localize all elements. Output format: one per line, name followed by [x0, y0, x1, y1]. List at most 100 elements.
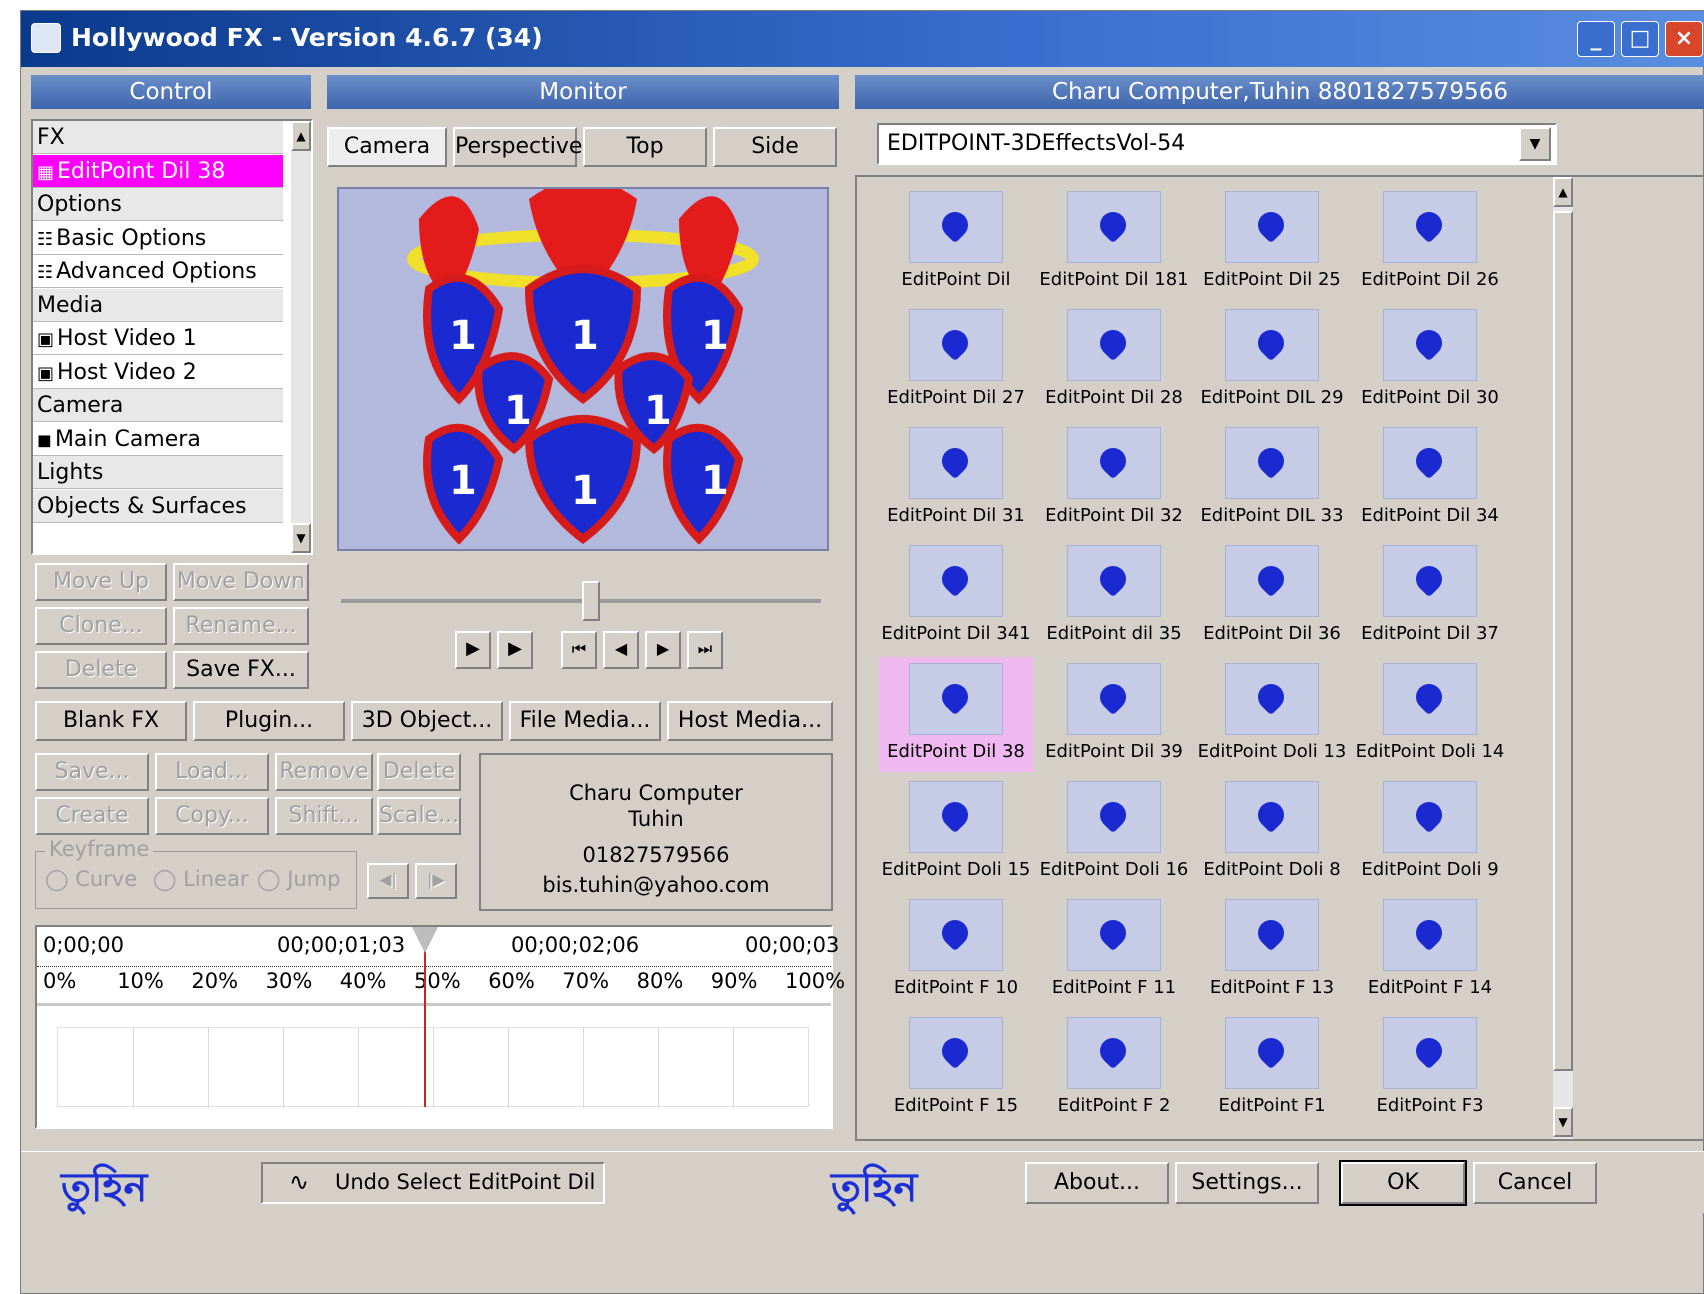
effect-thumbnail[interactable]: EditPoint F1: [1195, 1011, 1349, 1126]
prev-keyframe-button[interactable]: ◀|: [367, 863, 409, 899]
effect-thumbnail[interactable]: EditPoint F 2: [1037, 1011, 1191, 1126]
tree-item[interactable]: ▦ EditPoint Dil 38: [33, 154, 283, 188]
effect-thumbnail[interactable]: EditPoint F 13: [1195, 893, 1349, 1008]
next-frame-button[interactable]: ▶: [645, 631, 681, 669]
effect-thumbnail[interactable]: EditPoint Dil 181: [1037, 185, 1191, 300]
move-down-button[interactable]: Move Down: [173, 563, 309, 601]
effect-thumbnail[interactable]: EditPoint Dil 34: [1353, 421, 1507, 536]
playhead-marker-icon[interactable]: [412, 927, 438, 953]
effect-thumbnail[interactable]: EditPoint F3: [1353, 1011, 1507, 1126]
effect-thumbnail[interactable]: EditPoint dil 35: [1037, 539, 1191, 654]
preview-viewport[interactable]: 111 11 111: [337, 187, 829, 551]
effect-thumbnail[interactable]: EditPoint Doli 13: [1195, 657, 1349, 772]
last-frame-button[interactable]: ⏭: [687, 631, 723, 669]
keyframe-remove-button[interactable]: Remove: [275, 753, 373, 791]
settings-button[interactable]: Settings...: [1175, 1162, 1319, 1204]
effect-thumbnail[interactable]: EditPoint DIL 33: [1195, 421, 1349, 536]
play-loop-button[interactable]: ▶: [455, 631, 491, 669]
effect-thumbnail[interactable]: EditPoint DIL 29: [1195, 303, 1349, 418]
tab-camera[interactable]: Camera: [327, 127, 447, 167]
effect-thumbnail[interactable]: EditPoint Dil 32: [1037, 421, 1191, 536]
chevron-down-icon[interactable]: ▼: [1519, 127, 1551, 161]
keyframe-delete-button[interactable]: Delete: [377, 753, 461, 791]
effect-thumbnail[interactable]: EditPoint Doli 15: [879, 775, 1033, 890]
timeline-track[interactable]: [57, 1027, 809, 1108]
undo-field[interactable]: ∿ Undo Select EditPoint Dil 38: [261, 1162, 605, 1204]
clone-button[interactable]: Clone...: [35, 607, 167, 645]
effect-thumbnail[interactable]: EditPoint Dil 37: [1353, 539, 1507, 654]
delete-button[interactable]: Delete: [35, 651, 167, 689]
tab-top[interactable]: Top: [583, 127, 707, 167]
tree-item[interactable]: ◼ Main Camera: [33, 423, 283, 456]
move-up-button[interactable]: Move Up: [35, 563, 167, 601]
tree-item[interactable]: ▣ Host Video 1: [33, 322, 283, 355]
effect-thumbnail[interactable]: EditPoint Dil 26: [1353, 185, 1507, 300]
effect-thumbnail[interactable]: EditPoint Doli 16: [1037, 775, 1191, 890]
keyframe-copy-button[interactable]: Copy...: [155, 797, 269, 835]
minimize-button[interactable]: _: [1577, 21, 1615, 57]
ok-button[interactable]: OK: [1339, 1160, 1467, 1206]
maximize-button[interactable]: □: [1621, 21, 1659, 57]
rename-button[interactable]: Rename...: [173, 607, 309, 645]
effect-thumbnail[interactable]: EditPoint Doli 14: [1353, 657, 1507, 772]
library-dropdown[interactable]: EDITPOINT-3DEffectsVol-54 ▼: [877, 123, 1557, 165]
tree-item[interactable]: ☷ Advanced Options: [33, 255, 283, 288]
tree-item[interactable]: Options: [33, 188, 283, 221]
effect-thumbnail[interactable]: EditPoint Dil 28: [1037, 303, 1191, 418]
tree-item[interactable]: Camera: [33, 389, 283, 422]
effect-thumbnail[interactable]: EditPoint Dil 31: [879, 421, 1033, 536]
tree-item[interactable]: Objects & Surfaces: [33, 489, 283, 523]
effect-thumbnail[interactable]: EditPoint Dil 341: [879, 539, 1033, 654]
effect-thumbnail[interactable]: EditPoint Doli 9: [1353, 775, 1507, 890]
next-keyframe-button[interactable]: |▶: [415, 863, 457, 899]
keyframe-shift-button[interactable]: Shift...: [275, 797, 373, 835]
tree-item[interactable]: Lights: [33, 456, 283, 489]
effect-thumbnail[interactable]: EditPoint Dil 25: [1195, 185, 1349, 300]
tree-scrollbar[interactable]: ▲ ▼: [291, 121, 311, 553]
scroll-down-icon[interactable]: ▼: [1553, 1107, 1573, 1137]
effect-thumbnail[interactable]: EditPoint Dil 38: [879, 657, 1033, 772]
effect-thumbnail[interactable]: EditPoint F 14: [1353, 893, 1507, 1008]
curve-radio[interactable]: ◯ Curve: [45, 867, 137, 891]
plugin-button[interactable]: Plugin...: [193, 701, 345, 741]
tree-item[interactable]: FX: [33, 121, 283, 154]
cancel-button[interactable]: Cancel: [1473, 1162, 1597, 1204]
linear-radio[interactable]: ◯ Linear: [153, 867, 248, 891]
prev-frame-button[interactable]: ◀: [603, 631, 639, 669]
library-scrollbar[interactable]: ▲ ▼: [1553, 177, 1573, 1139]
playhead-line[interactable]: [424, 927, 426, 1107]
close-button[interactable]: ×: [1665, 21, 1703, 57]
scroll-up-icon[interactable]: ▲: [291, 121, 311, 151]
tree-item[interactable]: Media: [33, 288, 283, 322]
effect-thumbnail[interactable]: EditPoint Dil 30: [1353, 303, 1507, 418]
scroll-up-icon[interactable]: ▲: [1553, 177, 1573, 207]
scroll-down-icon[interactable]: ▼: [291, 523, 311, 553]
effect-thumbnail[interactable]: EditPoint F 10: [879, 893, 1033, 1008]
effect-thumbnail[interactable]: EditPoint Dil: [879, 185, 1033, 300]
play-button[interactable]: ▶: [497, 631, 533, 669]
timeline[interactable]: 0;00;00 00;00;01;03 00;00;02;06 00;00;03 0%…: [35, 925, 845, 1129]
keyframe-save-button[interactable]: Save...: [35, 753, 149, 791]
file-media-button[interactable]: File Media...: [509, 701, 661, 741]
scroll-thumb[interactable]: [1553, 211, 1573, 1071]
first-frame-button[interactable]: ⏮: [561, 631, 597, 669]
about-button[interactable]: About...: [1025, 1162, 1169, 1204]
keyframe-scale-button[interactable]: Scale...: [377, 797, 461, 835]
preview-slider-thumb[interactable]: [581, 581, 600, 621]
jump-radio[interactable]: ◯ Jump: [257, 867, 340, 891]
effect-thumbnail[interactable]: EditPoint F 15: [879, 1011, 1033, 1126]
effect-thumbnail[interactable]: EditPoint Dil 27: [879, 303, 1033, 418]
host-media-button[interactable]: Host Media...: [667, 701, 833, 741]
save-fx-button[interactable]: Save FX...: [173, 651, 309, 689]
keyframe-create-button[interactable]: Create: [35, 797, 149, 835]
blank-fx-button[interactable]: Blank FX: [35, 701, 187, 741]
effect-thumbnail[interactable]: EditPoint F 11: [1037, 893, 1191, 1008]
effect-thumbnail[interactable]: EditPoint Dil 39: [1037, 657, 1191, 772]
tab-perspective[interactable]: Perspective: [453, 127, 582, 167]
effect-thumbnail[interactable]: EditPoint Doli 8: [1195, 775, 1349, 890]
keyframe-load-button[interactable]: Load...: [155, 753, 269, 791]
tab-side[interactable]: Side: [713, 127, 837, 167]
tree-item[interactable]: ▣ Host Video 2: [33, 356, 283, 389]
3d-object-button[interactable]: 3D Object...: [351, 701, 503, 741]
effect-thumbnail[interactable]: EditPoint Dil 36: [1195, 539, 1349, 654]
